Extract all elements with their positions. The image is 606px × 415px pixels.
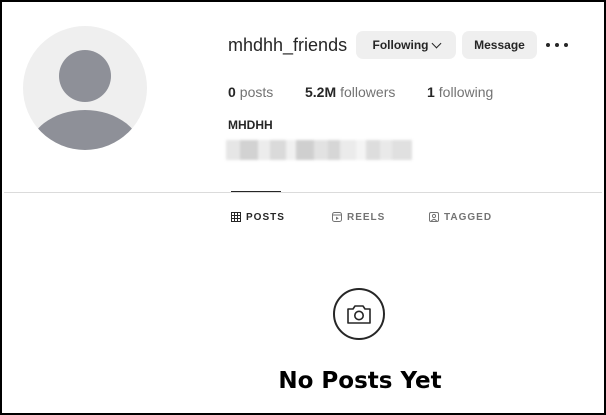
tagged-icon (429, 212, 439, 222)
tab-posts-label: POSTS (246, 211, 285, 223)
active-tab-indicator (231, 191, 281, 192)
camera-icon (333, 288, 385, 340)
posts-count: 0 posts (228, 84, 273, 100)
profile-page: mhdhh_friends Following Message 0 posts 5… (0, 0, 606, 415)
following-button[interactable]: Following (356, 31, 456, 59)
profile-full-name: MHDHH (228, 118, 273, 132)
more-horizontal-icon[interactable] (546, 38, 568, 52)
following-button-label: Following (372, 38, 429, 52)
empty-state-title: No Posts Yet (278, 368, 442, 394)
tab-tagged[interactable]: TAGGED (429, 211, 492, 223)
tab-tagged-label: TAGGED (444, 211, 493, 223)
default-avatar-icon[interactable] (23, 26, 147, 150)
avatar-head (59, 50, 111, 102)
followers-count-value: 5.2M (305, 84, 337, 100)
message-button-label: Message (474, 38, 525, 52)
tab-posts[interactable]: POSTS (231, 211, 285, 223)
reels-icon (332, 212, 342, 222)
grid-icon (231, 212, 241, 222)
posts-count-value: 0 (228, 84, 236, 100)
avatar-body (27, 110, 143, 150)
chevron-down-icon (431, 38, 441, 48)
profile-username: mhdhh_friends (228, 35, 348, 55)
tabs-divider (4, 192, 602, 193)
followers-count-label: followers (340, 84, 396, 100)
blurred-bio (226, 140, 422, 160)
following-count-label: following (438, 84, 494, 100)
posts-count-label: posts (239, 84, 274, 100)
following-count[interactable]: 1 following (427, 84, 493, 100)
tab-reels-label: REELS (347, 211, 386, 223)
tab-reels[interactable]: REELS (332, 211, 385, 223)
following-count-value: 1 (427, 84, 435, 100)
message-button[interactable]: Message (462, 31, 537, 59)
followers-count[interactable]: 5.2M followers (305, 84, 395, 100)
